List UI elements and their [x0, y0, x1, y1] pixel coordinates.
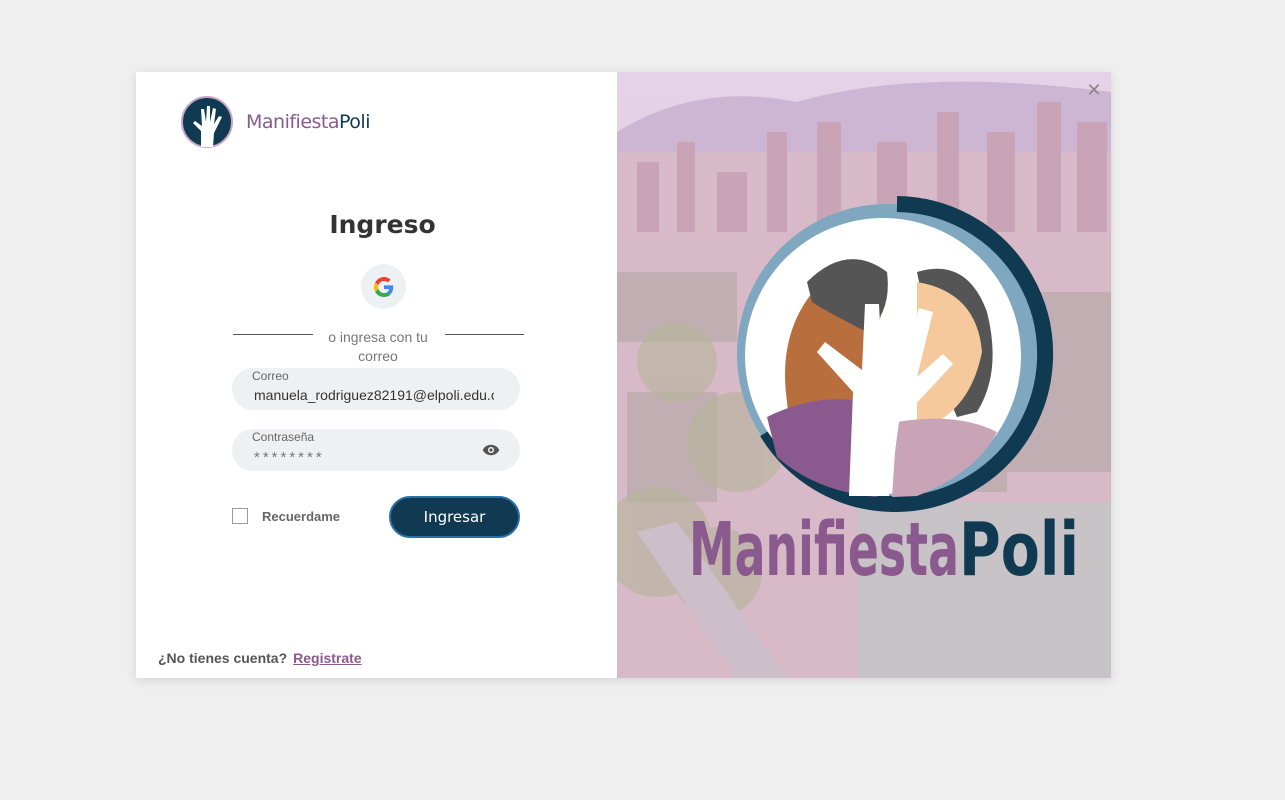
close-icon[interactable]: ✕ — [1086, 81, 1102, 99]
hero-panel: Manifiesta Poli — [617, 72, 1111, 678]
svg-text:Poli: Poli — [959, 507, 1079, 593]
divider-line-right — [445, 334, 524, 335]
signup-prompt: ¿No tienes cuenta? Registrate — [158, 650, 362, 666]
google-icon — [373, 276, 393, 297]
brand-logo: Manifiesta Poli — [181, 95, 370, 149]
brand-name-part1: Manifiesta — [246, 111, 340, 133]
svg-text:Manifiesta: Manifiesta — [689, 507, 959, 593]
signup-link[interactable]: Registrate — [293, 650, 361, 666]
password-field[interactable]: Contraseña — [232, 429, 520, 471]
brand-name-part2: Poli — [339, 111, 370, 133]
city-hero-image: Manifiesta Poli — [617, 72, 1111, 678]
brand-name: Manifiesta Poli — [246, 111, 370, 133]
remember-label: Recuerdame — [262, 508, 341, 524]
divider-text: o ingresa con tu correo — [328, 329, 428, 364]
login-panel: Manifiesta Poli Ingreso o ingresa con tu … — [136, 72, 617, 678]
password-label: Contraseña — [252, 430, 315, 444]
manifiesta-poli-emblem — [737, 196, 1054, 512]
signup-prompt-text: ¿No tienes cuenta? — [158, 650, 288, 666]
password-input[interactable] — [254, 447, 494, 467]
eye-icon[interactable] — [482, 444, 500, 456]
login-modal: Manifiesta Poli Ingreso o ingresa con tu … — [136, 72, 1111, 678]
email-field[interactable]: Correo — [232, 368, 520, 410]
hand-logo-icon — [181, 96, 233, 148]
page-title: Ingreso — [329, 210, 436, 239]
email-input[interactable] — [254, 385, 494, 405]
email-label: Correo — [252, 369, 289, 383]
google-login-button[interactable] — [361, 264, 406, 309]
login-submit-button[interactable]: Ingresar — [389, 496, 520, 538]
divider-line-left — [233, 334, 313, 335]
remember-checkbox[interactable] — [232, 508, 248, 524]
remember-me[interactable]: Recuerdame — [232, 508, 340, 524]
